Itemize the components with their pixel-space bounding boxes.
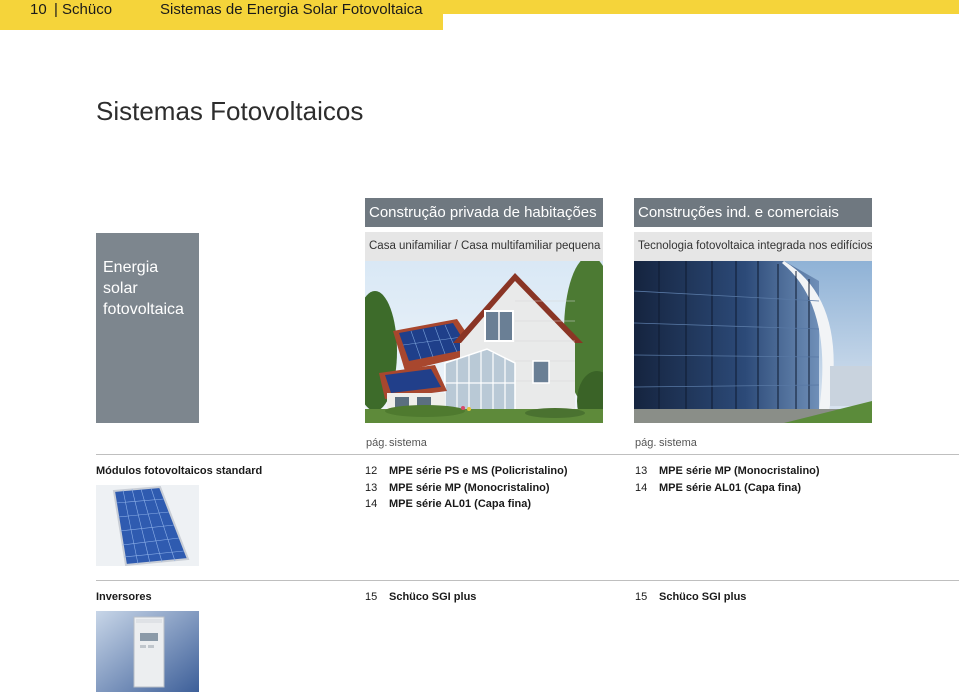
row-divider (96, 580, 959, 581)
glass-facade-building-photo (634, 261, 872, 423)
solar-panel-thumbnail (96, 485, 199, 566)
brand-name: Schüco (62, 1, 113, 18)
row-label-modules: Módulos fotovoltaicos standard (96, 465, 263, 477)
row1-col1-system: MPE série AL01 (Capa fina) (389, 498, 532, 510)
row1-col1-system: MPE série PS e MS (Policristalino) (389, 465, 568, 477)
column-subheading-private: Casa unifamiliar / Casa multifamiliar pe… (365, 232, 603, 261)
row1-col2-page: 14 (635, 482, 648, 494)
column-heading-private: Construção privada de habitações (365, 198, 603, 227)
col2-page-header: pág. (635, 437, 657, 449)
row1-col1-page: 14 (365, 498, 378, 510)
row2-col2-page: 15 (635, 591, 648, 603)
row1-col1-page: 12 (365, 465, 378, 477)
row2-col1-system: Schüco SGI plus (389, 591, 477, 603)
page-title: Sistemas Fotovoltaicos (96, 96, 364, 126)
column-subheading-commercial: Tecnologia fotovoltaica integrada nos ed… (634, 232, 872, 261)
row1-col1-system: MPE série MP (Monocristalino) (389, 482, 550, 494)
section-block-label: Energia solar fotovoltaica (103, 259, 184, 318)
house-with-solar-roof-photo (365, 261, 603, 423)
column-heading-commercial: Construções ind. e comerciais (634, 198, 872, 227)
page-number: 10 (30, 1, 47, 18)
row1-col1-page: 13 (365, 482, 378, 494)
col1-page-header: pág. (366, 437, 388, 449)
row1-col2-system: MPE série MP (Monocristalino) (659, 465, 820, 477)
row-divider (96, 454, 959, 455)
row2-col1-page: 15 (365, 591, 378, 603)
col2-system-header: sistema (659, 437, 697, 449)
header-separator: | (54, 1, 58, 18)
running-title: Sistemas de Energia Solar Fotovoltaica (160, 1, 423, 18)
row-label-inverters: Inversores (96, 591, 152, 603)
inverter-thumbnail (96, 611, 199, 692)
row2-col2-system: Schüco SGI plus (659, 591, 747, 603)
row1-col2-page: 13 (635, 465, 648, 477)
col1-system-header: sistema (389, 437, 427, 449)
row1-col2-system: MPE série AL01 (Capa fina) (659, 482, 802, 494)
